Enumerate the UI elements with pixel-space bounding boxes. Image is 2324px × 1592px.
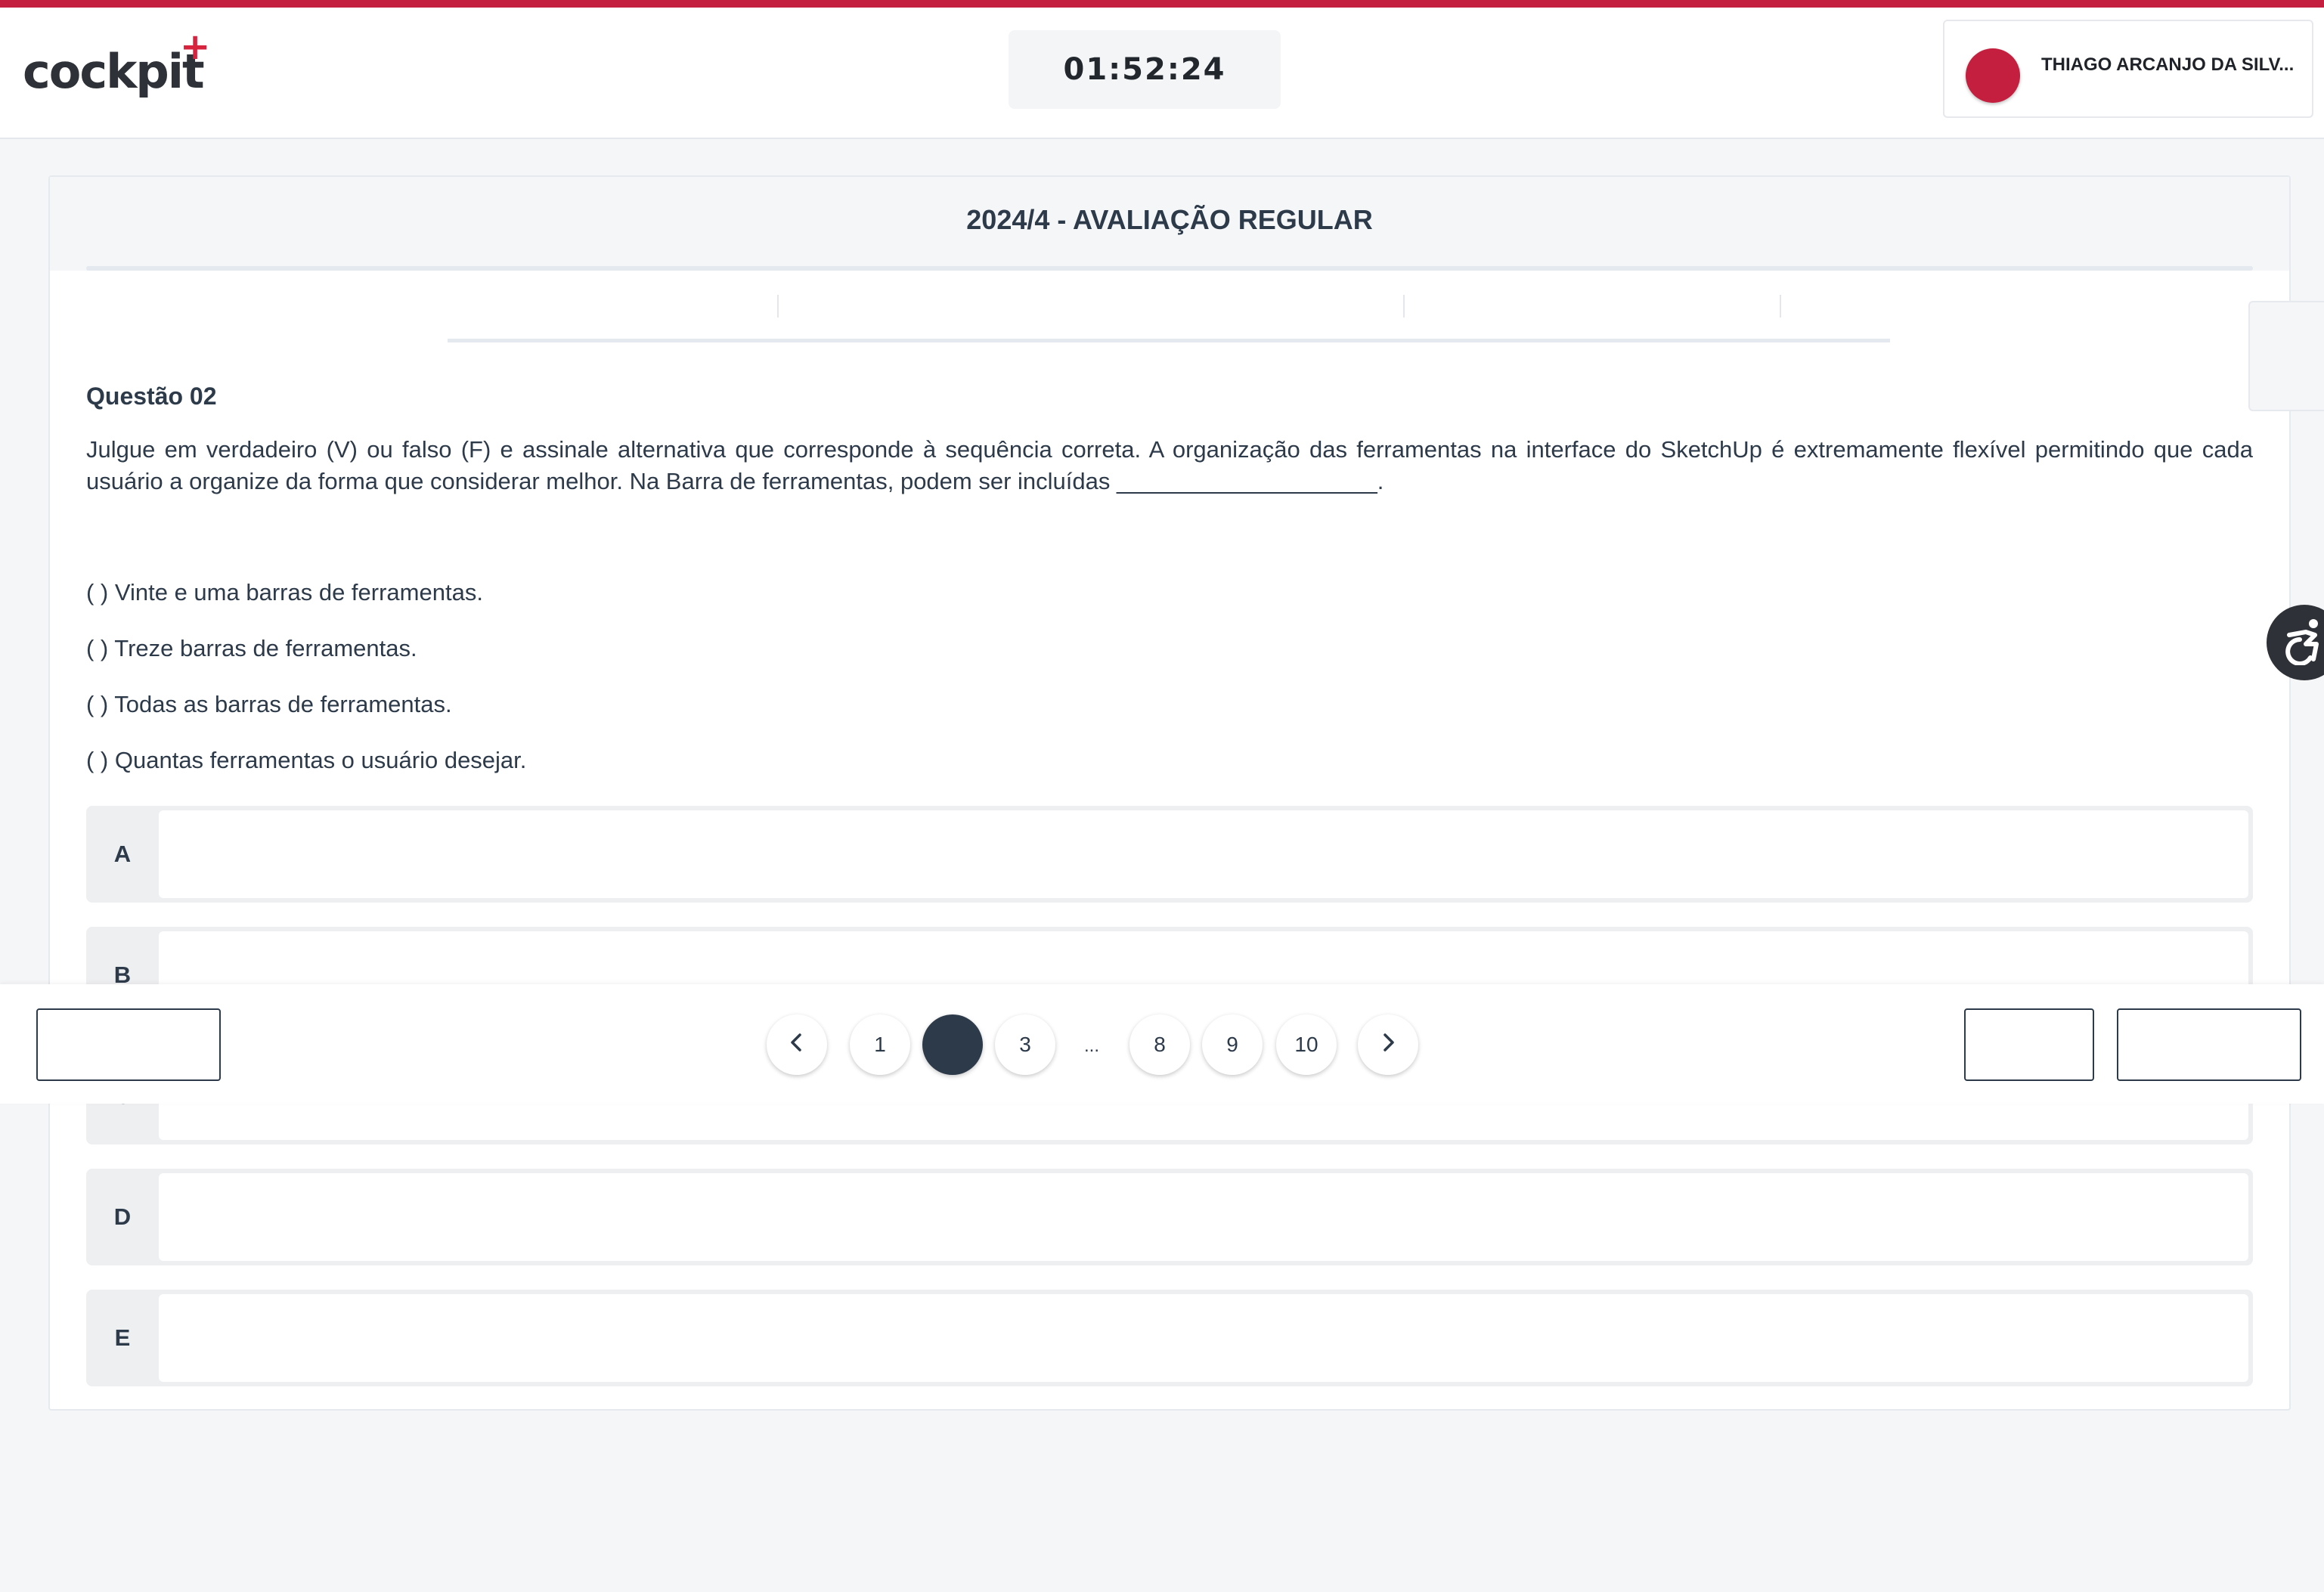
chevron-right-icon [1379,1032,1397,1058]
alternative-text[interactable] [159,1173,2248,1261]
chevron-left-icon [788,1032,806,1058]
user-profile-card[interactable]: THIAGO ARCANJO DA SILV... [1943,20,2313,118]
logo-text: cockpit [23,44,205,99]
next-question-button[interactable] [2117,1008,2301,1081]
next-page-button[interactable] [1358,1014,1418,1075]
side-panel-tab[interactable] [2248,301,2324,411]
statement-item: ( ) Quantas ferramentas o usuário deseja… [86,747,527,773]
page-button-10[interactable]: 10 [1276,1014,1337,1075]
alternative-a[interactable]: A [86,806,2253,903]
secondary-action-button[interactable] [1964,1008,2094,1081]
page-button-3[interactable]: 3 [995,1014,1055,1075]
statement-item: ( ) Treze barras de ferramentas. [86,635,417,661]
exam-timer: 01:52:24 [1009,30,1281,109]
statement-item: ( ) Vinte e uma barras de ferramentas. [86,579,483,606]
tab-separator [1780,295,1781,317]
pagination-ellipsis: ... [1084,1036,1100,1056]
app-header: cockpit + 01:52:24 THIAGO ARCANJO DA SIL… [0,8,2324,139]
question-text: Julgue em verdadeiro (V) ou falso (F) e … [86,436,2253,494]
cockpit-logo: cockpit + [23,26,210,99]
previous-question-button[interactable] [36,1008,221,1081]
tabs-underline [448,339,1890,342]
logo-plus-icon: + [180,26,211,68]
question-navigation-bar: 1 3 ... 8 9 10 [0,984,2324,1104]
exam-title: 2024/4 - AVALIAÇÃO REGULAR [966,204,1373,235]
avatar [1966,48,2020,103]
page-button-8[interactable]: 8 [1129,1014,1190,1075]
alternative-letter: D [113,1203,132,1230]
page-button-current[interactable] [922,1014,983,1075]
alternative-d[interactable]: D [86,1169,2253,1265]
alternative-text[interactable] [159,1294,2248,1382]
alternative-letter: E [114,1324,131,1351]
page-button-1[interactable]: 1 [850,1014,910,1075]
alternative-letter: A [113,841,132,867]
header-divider [86,266,2253,271]
user-name: THIAGO ARCANJO DA SILV... [2041,54,2295,75]
statement-item: ( ) Todas as barras de ferramentas. [86,691,452,717]
alternative-e[interactable]: E [86,1290,2253,1386]
question-card: 2024/4 - AVALIAÇÃO REGULAR Questão 02 Ju… [48,175,2291,1411]
top-accent-bar [0,0,2324,8]
tab-separator [1403,295,1405,317]
question-label: Questão 02 [86,383,217,410]
accessibility-icon [2283,617,2324,669]
tab-separator [777,295,779,317]
alternative-text[interactable] [159,810,2248,898]
prev-page-button[interactable] [767,1014,827,1075]
page-button-9[interactable]: 9 [1202,1014,1263,1075]
card-header: 2024/4 - AVALIAÇÃO REGULAR [50,177,2289,271]
